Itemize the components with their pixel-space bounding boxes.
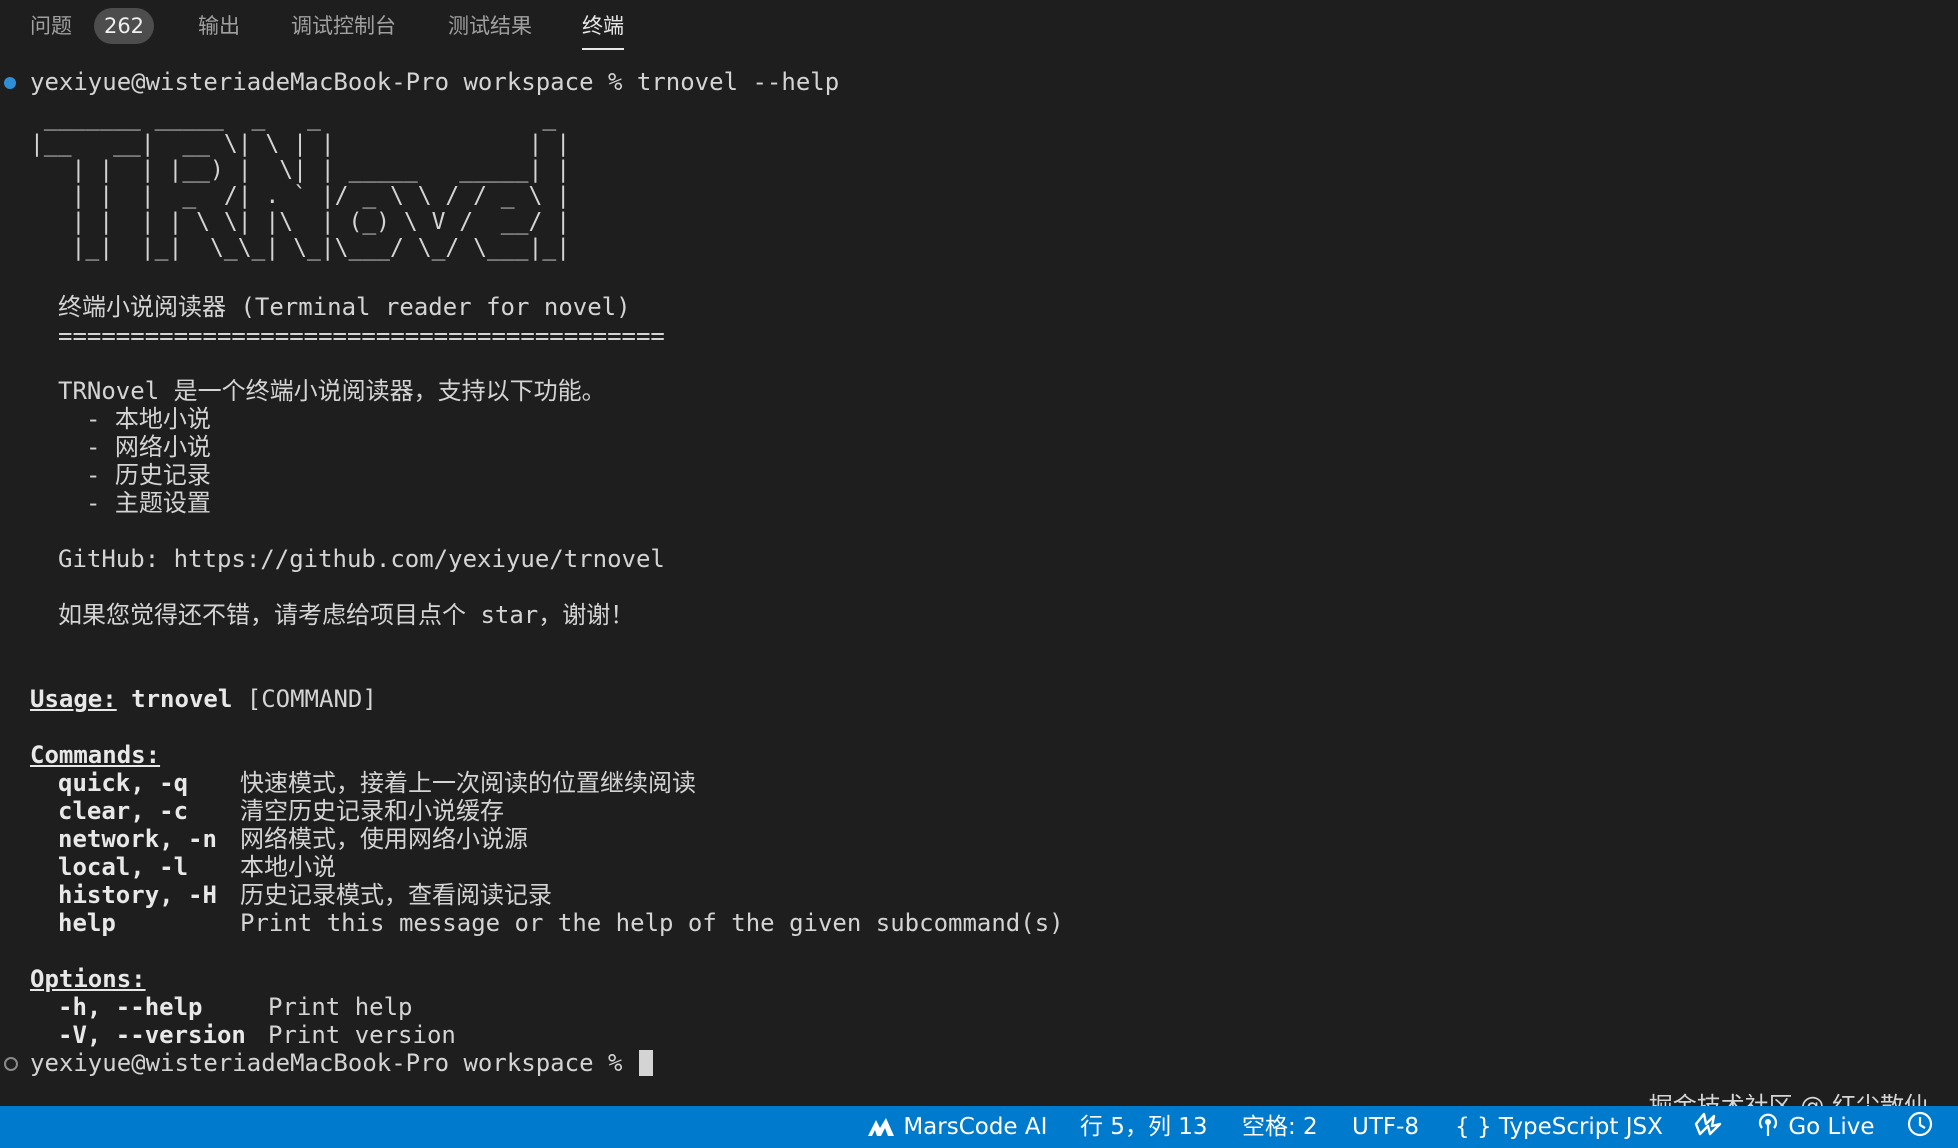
tab-terminal-label: 终端 bbox=[582, 14, 624, 38]
usage-args: [COMMAND] bbox=[232, 685, 377, 713]
feature-item: - 本地小说 bbox=[86, 405, 211, 433]
problems-count-badge: 262 bbox=[94, 8, 154, 44]
option-name: -V, --version bbox=[58, 1021, 246, 1049]
feature-item: - 主题设置 bbox=[86, 489, 211, 517]
options-heading: Options: bbox=[30, 965, 146, 993]
command-name: quick, -q bbox=[58, 769, 189, 797]
marscode-logo-icon bbox=[866, 1114, 903, 1140]
usage-bin: trnovel bbox=[131, 685, 233, 713]
go-live-label: Go Live bbox=[1788, 1114, 1875, 1140]
intro-text: TRNovel 是一个终端小说阅读器，支持以下功能。 bbox=[58, 377, 606, 405]
tab-terminal[interactable]: 终端 bbox=[582, 10, 624, 50]
option-row: -V, --version Print version bbox=[58, 1021, 456, 1049]
thanks-text: 如果您觉得还不错，请考虑给项目点个 star，谢谢！ bbox=[58, 601, 635, 629]
panel-tab-bar: 问题 262 输出 调试控制台 测试结果 终端 bbox=[0, 0, 1958, 52]
cursor-position[interactable]: 行 5，列 13 bbox=[1080, 1106, 1208, 1148]
status-bar: MarsCode AI 行 5，列 13 空格: 2 UTF-8 { } Typ… bbox=[0, 1106, 1958, 1148]
command-line: yexiyue@wisteriadeMacBook-Pro workspace … bbox=[30, 68, 839, 96]
separator: ========================================… bbox=[58, 322, 665, 350]
notifications-button[interactable] bbox=[1906, 1106, 1934, 1148]
command-row: local, -l 本地小说 bbox=[58, 853, 336, 881]
encoding-setting[interactable]: UTF-8 bbox=[1352, 1106, 1419, 1148]
tab-debug-console-label: 调试控制台 bbox=[291, 14, 396, 38]
tab-problems-label: 问题 bbox=[30, 14, 72, 38]
command-row: quick, -q 快速模式，接着上一次阅读的位置继续阅读 bbox=[58, 769, 696, 797]
feature-item: - 网络小说 bbox=[86, 433, 211, 461]
github-link[interactable]: GitHub: https://github.com/yexiyue/trnov… bbox=[58, 545, 665, 573]
usage-line: Usage: trnovel [COMMAND] bbox=[30, 685, 377, 713]
command-success-dot[interactable] bbox=[4, 77, 16, 89]
command-row: help Print this message or the help of th… bbox=[58, 909, 1064, 937]
command-desc: 网络模式，使用网络小说源 bbox=[240, 825, 528, 853]
indentation-setting[interactable]: 空格: 2 bbox=[1242, 1106, 1318, 1148]
copilot-icon bbox=[1692, 1112, 1724, 1140]
command-row: clear, -c 清空历史记录和小说缓存 bbox=[58, 797, 504, 825]
terminal-cursor bbox=[638, 1050, 653, 1076]
command-name: clear, -c bbox=[58, 797, 189, 825]
prompt: yexiyue@wisteriadeMacBook-Pro workspace … bbox=[30, 1049, 637, 1077]
tab-problems[interactable]: 问题 bbox=[30, 10, 72, 46]
tab-test-results-label: 测试结果 bbox=[448, 14, 532, 38]
tab-debug-console[interactable]: 调试控制台 bbox=[291, 10, 396, 46]
command-row: network, -n 网络模式，使用网络小说源 bbox=[58, 825, 528, 853]
usage-label: Usage: bbox=[30, 685, 117, 713]
option-desc: Print version bbox=[268, 1021, 456, 1049]
tab-output[interactable]: 输出 bbox=[198, 10, 240, 46]
language-label: TypeScript JSX bbox=[1498, 1114, 1663, 1140]
broadcast-icon bbox=[1755, 1113, 1788, 1140]
feature-item: - 历史记录 bbox=[86, 461, 211, 489]
current-prompt-line[interactable]: yexiyue@wisteriadeMacBook-Pro workspace … bbox=[30, 1049, 653, 1077]
subtitle: 终端小说阅读器 (Terminal reader for novel) bbox=[58, 293, 631, 321]
prompt: yexiyue@wisteriadeMacBook-Pro workspace … bbox=[30, 68, 637, 96]
tab-output-label: 输出 bbox=[198, 14, 240, 38]
language-mode[interactable]: { } TypeScript JSX bbox=[1455, 1106, 1663, 1148]
option-row: -h, --help Print help bbox=[58, 993, 413, 1021]
command-desc: Print this message or the help of the gi… bbox=[240, 909, 1064, 937]
marscode-label: MarsCode AI bbox=[903, 1114, 1048, 1140]
command-desc: 快速模式，接着上一次阅读的位置继续阅读 bbox=[240, 769, 696, 797]
command-text: trnovel --help bbox=[636, 68, 840, 96]
ascii-logo: _______ _____ _ _ _ |__ __| __ \| \ | | … bbox=[30, 105, 571, 261]
tab-test-results[interactable]: 测试结果 bbox=[448, 10, 532, 46]
command-row: history, -H 历史记录模式，查看阅读记录 bbox=[58, 881, 552, 909]
bell-icon bbox=[1906, 1111, 1934, 1140]
option-name: -h, --help bbox=[58, 993, 203, 1021]
option-desc: Print help bbox=[268, 993, 413, 1021]
marscode-ai-item[interactable]: MarsCode AI bbox=[866, 1106, 1047, 1148]
command-desc: 清空历史记录和小说缓存 bbox=[240, 797, 504, 825]
prompt-pending-dot[interactable] bbox=[4, 1057, 18, 1071]
commands-heading: Commands: bbox=[30, 741, 161, 769]
command-desc: 本地小说 bbox=[240, 853, 336, 881]
command-name: network, -n bbox=[58, 825, 217, 853]
command-name: local, -l bbox=[58, 853, 189, 881]
command-name: help bbox=[58, 909, 116, 937]
terminal[interactable]: yexiyue@wisteriadeMacBook-Pro workspace … bbox=[0, 52, 1958, 1106]
command-desc: 历史记录模式，查看阅读记录 bbox=[240, 881, 552, 909]
go-live-button[interactable]: Go Live bbox=[1755, 1106, 1874, 1148]
copilot-status[interactable] bbox=[1692, 1106, 1724, 1148]
command-name: history, -H bbox=[58, 881, 217, 909]
braces-icon: { } bbox=[1455, 1114, 1492, 1140]
